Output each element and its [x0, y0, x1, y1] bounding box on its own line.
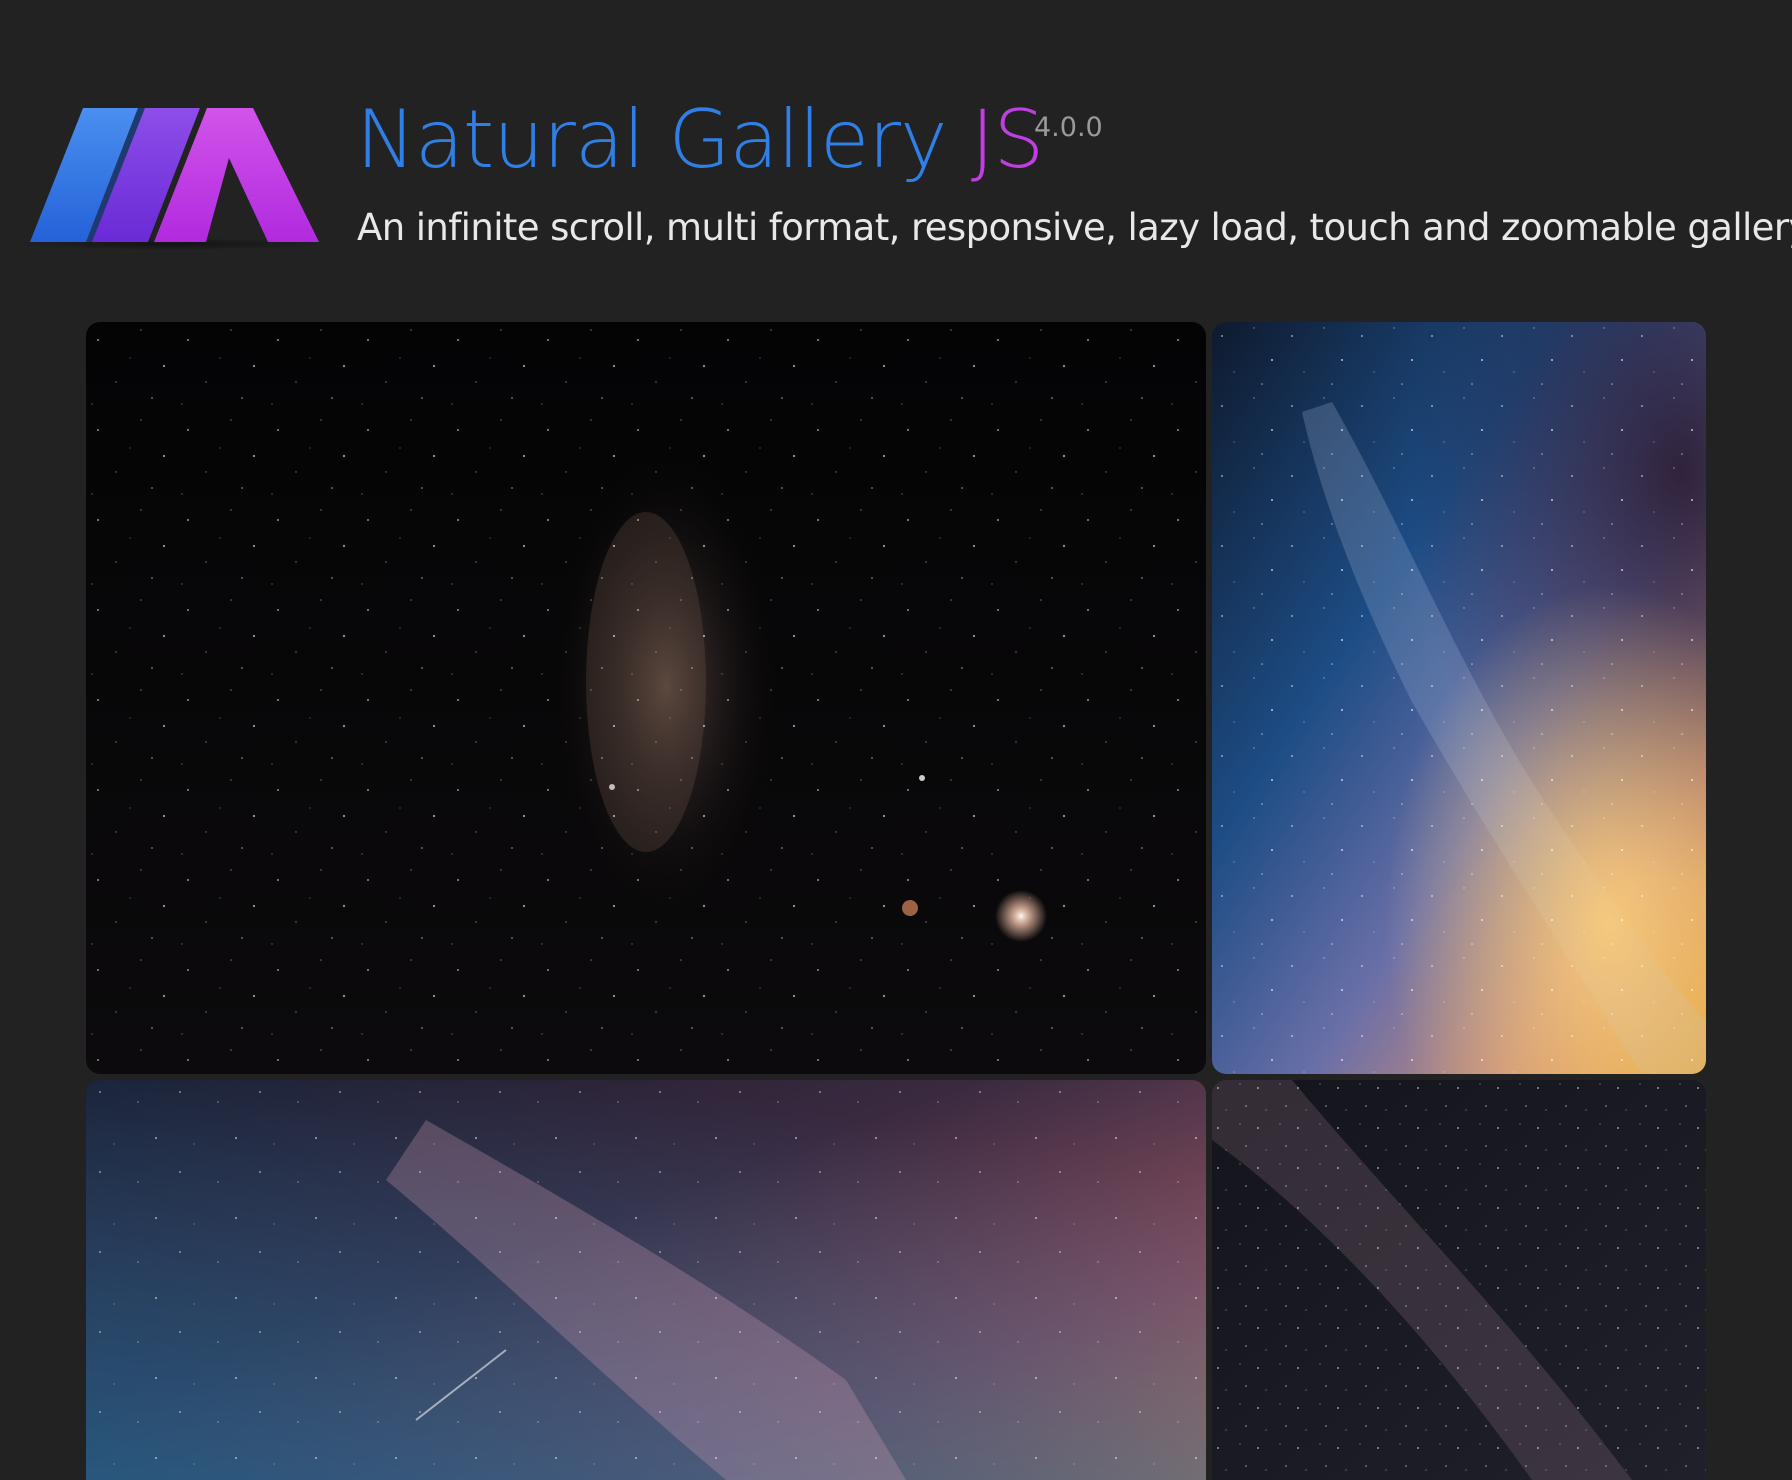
- starry-milky-way-band-image: [1212, 1080, 1706, 1480]
- pink-sunset-milky-way-image: [86, 1080, 1206, 1480]
- gallery-image-4[interactable]: [1212, 1080, 1706, 1480]
- dark-milky-way-image: [86, 322, 1206, 1074]
- colorful-galaxy-image: [1212, 322, 1706, 1074]
- gallery-image-1[interactable]: [86, 322, 1206, 1074]
- image-gallery: [0, 0, 1792, 1480]
- gallery-image-3[interactable]: [86, 1080, 1206, 1480]
- gallery-image-2[interactable]: [1212, 322, 1706, 1074]
